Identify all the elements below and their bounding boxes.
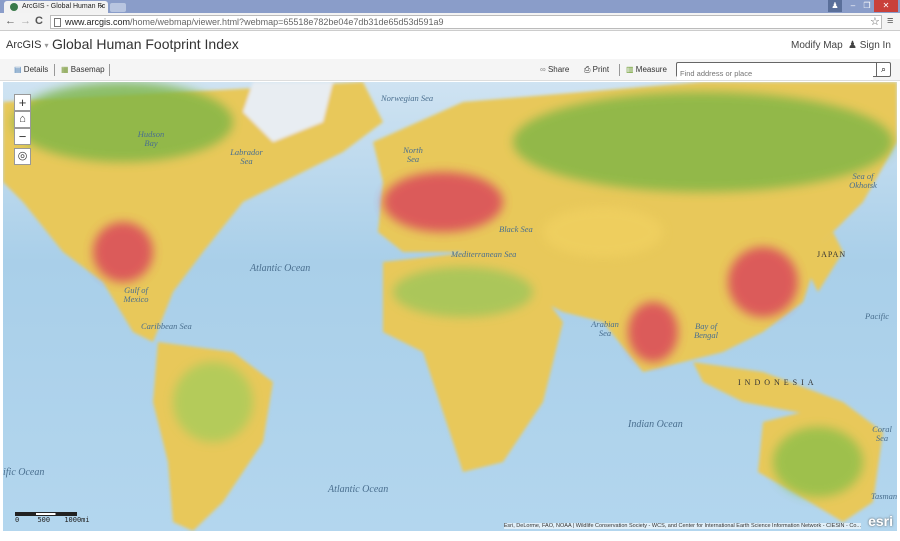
- arcgis-menu[interactable]: ArcGIS ▾: [6, 39, 49, 51]
- europe-red: [383, 172, 503, 232]
- label-pacific-west: ific Ocean: [3, 467, 45, 478]
- search-icon[interactable]: ⌕: [876, 63, 890, 76]
- menu-icon[interactable]: ≡: [887, 15, 893, 27]
- measure-label: Measure: [635, 65, 667, 74]
- details-icon: ▤: [14, 65, 22, 74]
- label-norwegian-sea: Norwegian Sea: [381, 93, 434, 103]
- tab-title: ArcGIS - Global Human Fc: [22, 3, 106, 10]
- label-atlantic-north: Atlantic Ocean: [250, 263, 311, 274]
- favicon-icon: [10, 3, 18, 11]
- sahara-green: [393, 267, 533, 317]
- url-path: /home/webmap/viewer.html?webmap=65518e78…: [130, 17, 444, 27]
- link-icon: ∞: [540, 65, 546, 74]
- label-caribbean: Caribbean Sea: [141, 321, 192, 331]
- label-bay-bengal: Bay of Bengal: [693, 321, 719, 340]
- printer-icon: ⎙: [584, 65, 591, 74]
- star-icon[interactable]: ☆: [870, 15, 880, 28]
- label-pacific-east: Pacific: [865, 311, 890, 321]
- scale-label-1000: 1000mi: [64, 516, 90, 524]
- label-tasman: Tasman: [871, 491, 897, 501]
- scale-label-500: 500: [37, 516, 51, 524]
- label-okhotsk: Sea of Okhotsk: [849, 171, 877, 190]
- esri-logo: esri: [868, 513, 893, 529]
- search-input[interactable]: [677, 67, 873, 80]
- print-button[interactable]: ⎙ Print: [584, 65, 609, 75]
- reload-icon[interactable]: C: [35, 15, 43, 27]
- measure-icon: ▥: [626, 65, 634, 74]
- world-map-layer: [3, 82, 897, 531]
- label-arabian-sea: Arabian Sea: [591, 319, 619, 338]
- app-header: ArcGIS ▾ Global Human Footprint Index Mo…: [0, 31, 900, 59]
- back-icon[interactable]: ←: [5, 15, 16, 27]
- attribution[interactable]: Esri, DeLorme, FAO, NOAA | Wildlife Cons…: [503, 523, 861, 529]
- close-tab-icon[interactable]: ×: [99, 2, 104, 11]
- browser-tab[interactable]: ArcGIS - Global Human Fc ×: [4, 1, 108, 13]
- page-icon: [54, 18, 61, 27]
- label-north-sea: North Sea: [403, 145, 423, 164]
- zoom-in-button[interactable]: +: [14, 94, 31, 111]
- details-button[interactable]: ▤ Details: [14, 65, 48, 74]
- basemap-label: Basemap: [70, 65, 105, 74]
- greenland-tundra: [13, 82, 233, 162]
- new-tab-button[interactable]: [110, 3, 126, 12]
- forward-icon[interactable]: →: [20, 15, 31, 27]
- map-toolbar: ▤ Details ▦ Basemap ∞ Share ⎙ Print ▥ Me…: [0, 59, 900, 81]
- label-hudson-bay: Hudson Bay: [137, 129, 165, 148]
- page-title: Global Human Footprint Index: [52, 36, 239, 52]
- scale-bar: 0 500 1000mi: [15, 512, 90, 524]
- share-label: Share: [547, 65, 570, 74]
- divider: [54, 64, 55, 76]
- search-box: ⌕: [676, 62, 891, 80]
- map-view[interactable]: + ⌂ − ◎ Norwegian Sea Hudson Bay Labrado…: [3, 82, 897, 531]
- locate-icon[interactable]: ◎: [14, 148, 31, 165]
- user-icon: ♟: [848, 40, 857, 51]
- label-coral-sea: Coral Sea: [872, 424, 892, 443]
- china-red: [728, 247, 798, 317]
- brand-label: ArcGIS: [6, 39, 42, 51]
- address-bar-area: ← → C www.arcgis.com/home/webmap/viewer.…: [0, 13, 900, 31]
- url-host: www.arcgis.com: [65, 17, 131, 27]
- label-atlantic-south: Atlantic Ocean: [328, 484, 389, 495]
- divider: [109, 64, 110, 76]
- sign-in-label: Sign In: [859, 40, 891, 51]
- modify-map-link[interactable]: Modify Map: [791, 40, 843, 51]
- label-gulf-mexico: Gulf of Mexico: [123, 285, 149, 304]
- user-icon[interactable]: ♟: [828, 0, 842, 12]
- label-indonesia: INDONESIA: [738, 378, 818, 387]
- australia-green: [773, 427, 863, 497]
- central-asia-yellow: [543, 207, 663, 257]
- scale-label-0: 0: [15, 516, 20, 524]
- close-window-button[interactable]: ✕: [874, 0, 898, 12]
- measure-button[interactable]: ▥ Measure: [626, 65, 667, 74]
- india-red: [628, 302, 678, 362]
- label-indian-ocean: Indian Ocean: [628, 419, 683, 430]
- amazon-green: [173, 362, 253, 442]
- share-button[interactable]: ∞ Share: [540, 65, 569, 74]
- basemap-icon: ▦: [61, 65, 69, 74]
- label-mediterranean: Mediterranean Sea: [451, 249, 517, 259]
- sign-in-link[interactable]: ♟ Sign In: [848, 40, 891, 51]
- browser-titlebar: ArcGIS - Global Human Fc × ♟ – ❐ ✕: [0, 0, 900, 13]
- url-input[interactable]: www.arcgis.com/home/webmap/viewer.html?w…: [50, 15, 882, 29]
- minimize-button[interactable]: –: [846, 0, 860, 12]
- label-japan: JAPAN: [817, 250, 847, 259]
- label-labrador-sea: Labrador Sea: [230, 147, 263, 166]
- print-label: Print: [592, 65, 610, 74]
- restore-button[interactable]: ❐: [860, 0, 874, 12]
- chevron-down-icon: ▾: [44, 41, 49, 50]
- basemap-button[interactable]: ▦ Basemap: [61, 65, 105, 74]
- details-label: Details: [23, 65, 49, 74]
- divider: [619, 64, 620, 76]
- zoom-out-button[interactable]: −: [14, 128, 31, 145]
- label-black-sea: Black Sea: [499, 224, 533, 234]
- siberia-green: [513, 92, 893, 192]
- us-east-red: [93, 222, 153, 282]
- home-icon[interactable]: ⌂: [14, 111, 31, 128]
